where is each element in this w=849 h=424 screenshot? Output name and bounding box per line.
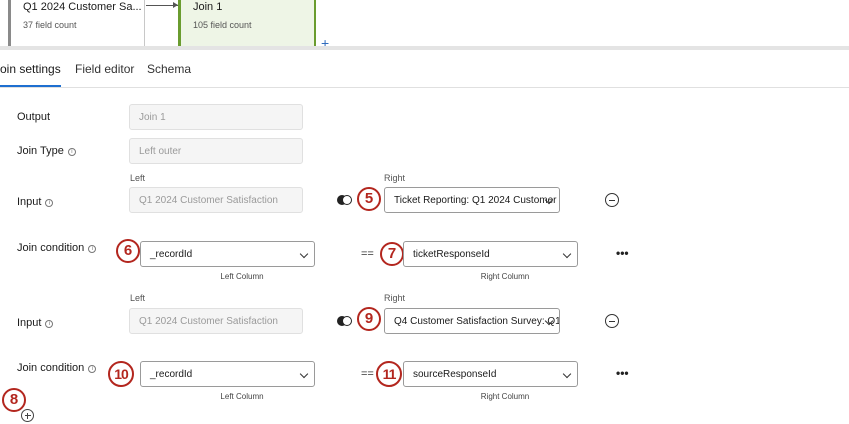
join-condition-label-text: Join condition bbox=[17, 242, 85, 254]
info-icon[interactable]: i bbox=[45, 199, 54, 207]
left-header: Left bbox=[130, 293, 146, 303]
pipeline-canvas: Q1 2024 Customer Sa... 37 field count Jo… bbox=[0, 0, 849, 50]
input-label: Input i bbox=[17, 317, 54, 329]
left-input-field: Q1 2024 Customer Satisfaction bbox=[129, 308, 303, 334]
annotation-marker-9: 9 bbox=[357, 307, 381, 331]
source-node-title: Q1 2024 Customer Sa... bbox=[23, 1, 142, 13]
right-input-value: Ticket Reporting: Q1 2024 Customer bbox=[394, 195, 557, 206]
chevron-down-icon bbox=[562, 369, 572, 379]
annotation-marker-11: 11 bbox=[376, 361, 402, 387]
right-column-select[interactable]: sourceResponseId bbox=[403, 361, 578, 387]
chevron-down-icon bbox=[299, 249, 309, 259]
left-join-venn-icon[interactable] bbox=[337, 195, 353, 205]
node-connector-arrow bbox=[146, 2, 178, 8]
left-join-venn-icon[interactable] bbox=[337, 316, 353, 326]
remove-input-icon[interactable] bbox=[605, 193, 619, 207]
right-input-select[interactable]: Q4 Customer Satisfaction Survey: Q1 bbox=[384, 308, 560, 334]
canvas-divider[interactable] bbox=[0, 46, 849, 50]
chevron-down-icon bbox=[562, 249, 572, 259]
left-column-select[interactable]: _recordId bbox=[140, 361, 315, 387]
left-input-field: Q1 2024 Customer Satisfaction bbox=[129, 187, 303, 213]
join-condition-label: Join condition i bbox=[17, 242, 97, 254]
more-options-icon[interactable]: ••• bbox=[616, 246, 629, 260]
right-header: Right bbox=[384, 293, 406, 303]
join-type-field: Left outer bbox=[129, 138, 303, 164]
left-column-value: _recordId bbox=[150, 249, 193, 260]
remove-input-icon[interactable] bbox=[605, 314, 619, 328]
left-header: Left bbox=[130, 173, 146, 183]
equals-operator: == bbox=[361, 368, 374, 380]
right-header: Right bbox=[384, 173, 406, 183]
tab-schema[interactable]: Schema bbox=[147, 62, 191, 76]
input-label-text: Input bbox=[17, 317, 42, 329]
source-node[interactable]: Q1 2024 Customer Sa... 37 field count bbox=[8, 0, 145, 46]
left-column-value: _recordId bbox=[150, 369, 193, 380]
join-node-field-count: 105 field count bbox=[193, 20, 252, 30]
right-input-select[interactable]: Ticket Reporting: Q1 2024 Customer bbox=[384, 187, 560, 213]
equals-operator: == bbox=[361, 248, 374, 260]
left-column-select[interactable]: _recordId bbox=[140, 241, 315, 267]
tab-join-settings[interactable]: Join settings bbox=[0, 62, 61, 87]
join-type-label: Join Type i bbox=[17, 145, 76, 157]
right-column-caption: Right Column bbox=[480, 272, 530, 281]
source-node-field-count: 37 field count bbox=[23, 20, 77, 30]
info-icon[interactable]: i bbox=[88, 365, 97, 373]
annotation-marker-8: 8 bbox=[2, 388, 26, 412]
join-condition-label-text: Join condition bbox=[17, 362, 85, 374]
right-column-select[interactable]: ticketResponseId bbox=[403, 241, 578, 267]
join-type-label-text: Join Type bbox=[17, 145, 64, 157]
right-column-value: ticketResponseId bbox=[413, 249, 490, 260]
add-condition-icon[interactable] bbox=[21, 409, 34, 422]
chevron-down-icon bbox=[299, 369, 309, 379]
info-icon[interactable]: i bbox=[67, 148, 76, 156]
join-node[interactable]: Join 1 105 field count bbox=[178, 0, 316, 46]
output-label: Output bbox=[17, 111, 51, 123]
annotation-marker-10: 10 bbox=[108, 361, 134, 387]
annotation-marker-7: 7 bbox=[380, 242, 404, 266]
tab-field-editor[interactable]: Field editor bbox=[75, 62, 134, 76]
left-column-caption: Left Column bbox=[220, 392, 264, 401]
settings-tabs: Join settings Field editor Schema bbox=[0, 54, 849, 88]
input-label: Input i bbox=[17, 196, 54, 208]
info-icon[interactable]: i bbox=[45, 320, 54, 328]
more-options-icon[interactable]: ••• bbox=[616, 366, 629, 380]
annotation-marker-6: 6 bbox=[116, 239, 140, 263]
right-input-value: Q4 Customer Satisfaction Survey: Q1 bbox=[394, 316, 560, 327]
info-icon[interactable]: i bbox=[88, 245, 97, 253]
right-column-value: sourceResponseId bbox=[413, 369, 497, 380]
join-node-title: Join 1 bbox=[193, 1, 223, 13]
left-column-caption: Left Column bbox=[220, 272, 264, 281]
output-field: Join 1 bbox=[129, 104, 303, 130]
annotation-marker-5: 5 bbox=[357, 187, 381, 211]
right-column-caption: Right Column bbox=[480, 392, 530, 401]
join-condition-label: Join condition i bbox=[17, 362, 97, 374]
input-label-text: Input bbox=[17, 196, 42, 208]
